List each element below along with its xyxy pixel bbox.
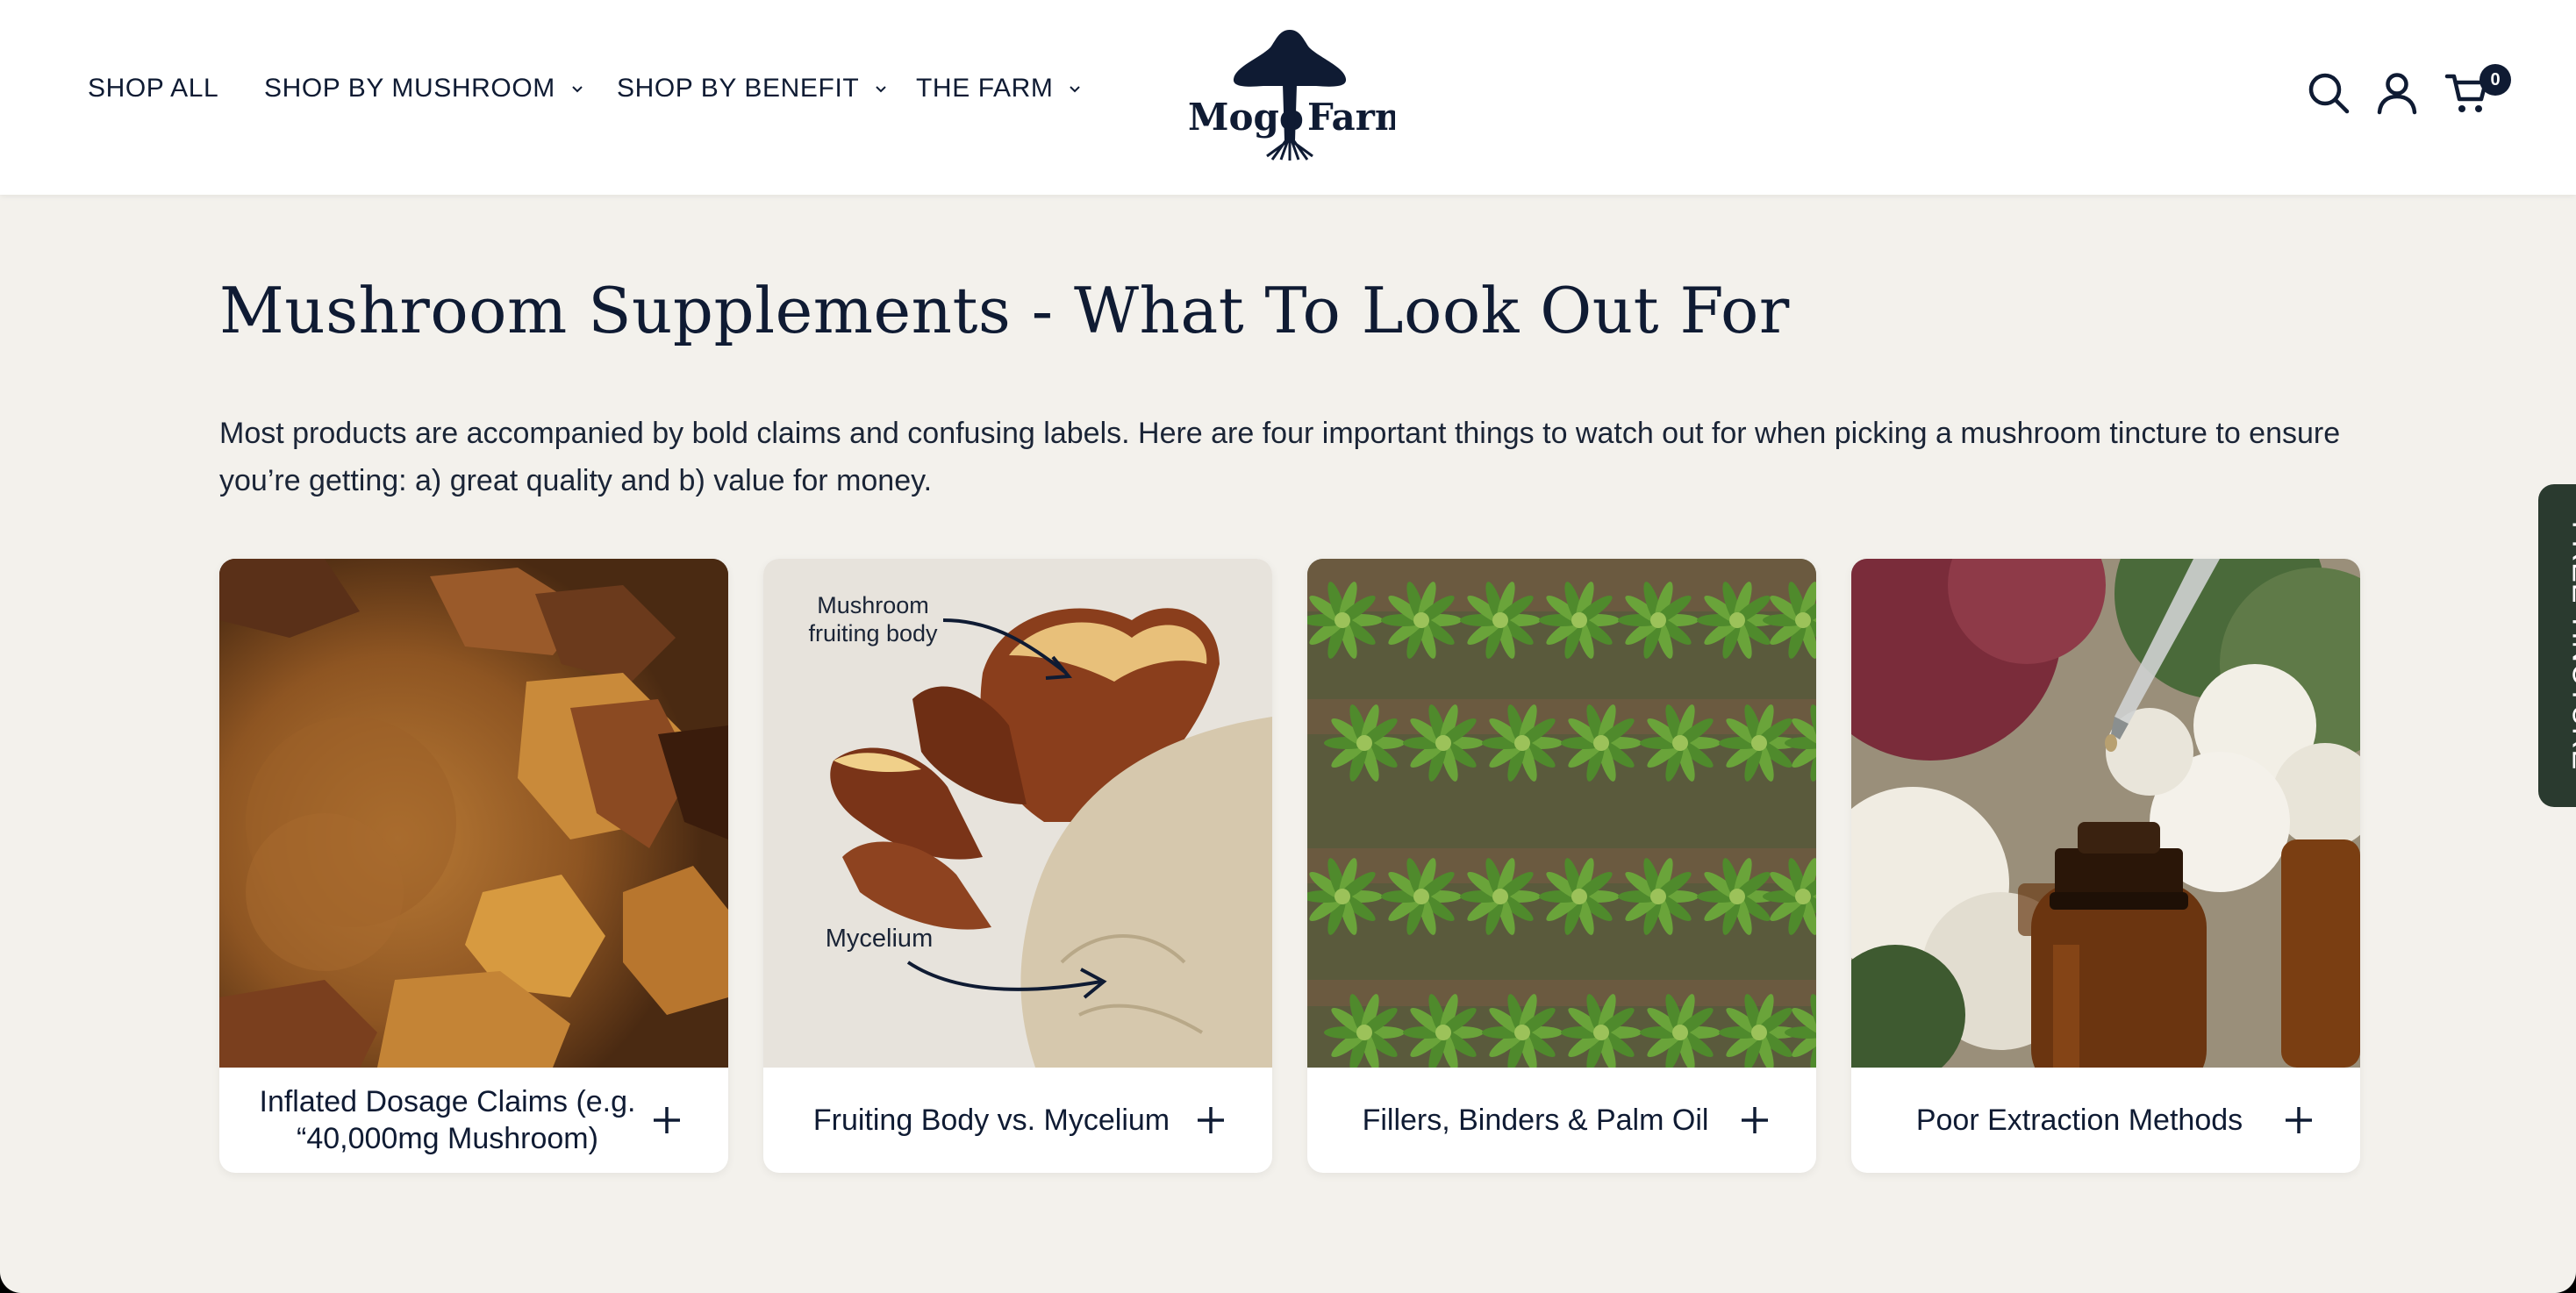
plus-icon <box>1742 1107 1768 1133</box>
nav-label: SHOP BY BENEFIT <box>617 74 860 103</box>
card-label: Fruiting Body vs. Mycelium <box>812 1104 1170 1137</box>
plus-icon <box>654 1107 680 1133</box>
free-tincture-label: FREE TINCTURE <box>2565 520 2576 771</box>
nav-shop-by-mushroom[interactable]: SHOP BY MUSHROOM <box>264 74 587 104</box>
chevron-down-icon <box>1070 86 1081 93</box>
plus-icon <box>1198 1107 1224 1133</box>
logo-word-right: Farm <box>1307 96 1395 139</box>
nav-shop-all[interactable]: SHOP ALL <box>88 74 218 104</box>
chevron-down-icon <box>876 86 887 93</box>
card-label: Fillers, Binders & Palm Oil <box>1362 1104 1709 1137</box>
card-fruiting-body: Mushroom fruiting body Mycelium Fruiting… <box>763 559 1272 1173</box>
nav-label: SHOP ALL <box>88 74 219 103</box>
card-image-palm-plantation <box>1307 559 1816 1068</box>
nav-the-farm[interactable]: THE FARM <box>916 74 1084 104</box>
logo-word-left: Mogo <box>1188 96 1304 139</box>
mogo-farm-logo[interactable]: Mogo Farm <box>1184 28 1395 161</box>
annotation-mycelium: Mycelium <box>826 925 933 953</box>
page: SHOP ALL SHOP BY MUSHROOM SHOP BY BENEFI… <box>0 0 2576 1293</box>
card-image-mushroom-powder <box>219 559 728 1068</box>
card-label: Inflated Dosage Claims (e.g. “40,000mg M… <box>259 1085 636 1155</box>
card-image-tincture-bottle <box>1851 559 2360 1068</box>
annotation-fruiting-body-line1: Mushroom <box>817 592 929 618</box>
card-accordion-toggle[interactable]: Fruiting Body vs. Mycelium <box>763 1068 1272 1173</box>
free-tincture-tab[interactable]: FREE TINCTURE <box>2538 484 2576 807</box>
card-accordion-toggle[interactable]: Inflated Dosage Claims (e.g. “40,000mg M… <box>219 1068 728 1173</box>
section-intro: Most products are accompanied by bold cl… <box>219 417 2341 497</box>
nav-shop-by-benefit[interactable]: SHOP BY BENEFIT <box>617 74 891 104</box>
section-title: Mushroom Supplements - What To Look Out … <box>219 274 1790 347</box>
annotation-fruiting-body-line2: fruiting body <box>808 620 938 646</box>
search-icon[interactable] <box>2306 70 2351 116</box>
card-accordion-toggle[interactable]: Fillers, Binders & Palm Oil <box>1307 1068 1816 1173</box>
nav-label: SHOP BY MUSHROOM <box>264 74 555 103</box>
nav-label: THE FARM <box>916 74 1054 103</box>
plus-icon <box>2286 1107 2312 1133</box>
card-image-reishi: Mushroom fruiting body Mycelium <box>763 559 1272 1068</box>
site-header: SHOP ALL SHOP BY MUSHROOM SHOP BY BENEFI… <box>0 0 2576 195</box>
cart-count-badge: 0 <box>2479 64 2511 96</box>
user-icon[interactable] <box>2374 70 2420 116</box>
card-extraction-methods: Poor Extraction Methods <box>1851 559 2360 1173</box>
card-accordion-toggle[interactable]: Poor Extraction Methods <box>1851 1068 2360 1173</box>
card-dosage-claims: Inflated Dosage Claims (e.g. “40,000mg M… <box>219 559 728 1173</box>
chevron-down-icon <box>572 86 583 93</box>
card-label: Poor Extraction Methods <box>1915 1104 2243 1137</box>
card-fillers-binders: Fillers, Binders & Palm Oil <box>1307 559 1816 1173</box>
